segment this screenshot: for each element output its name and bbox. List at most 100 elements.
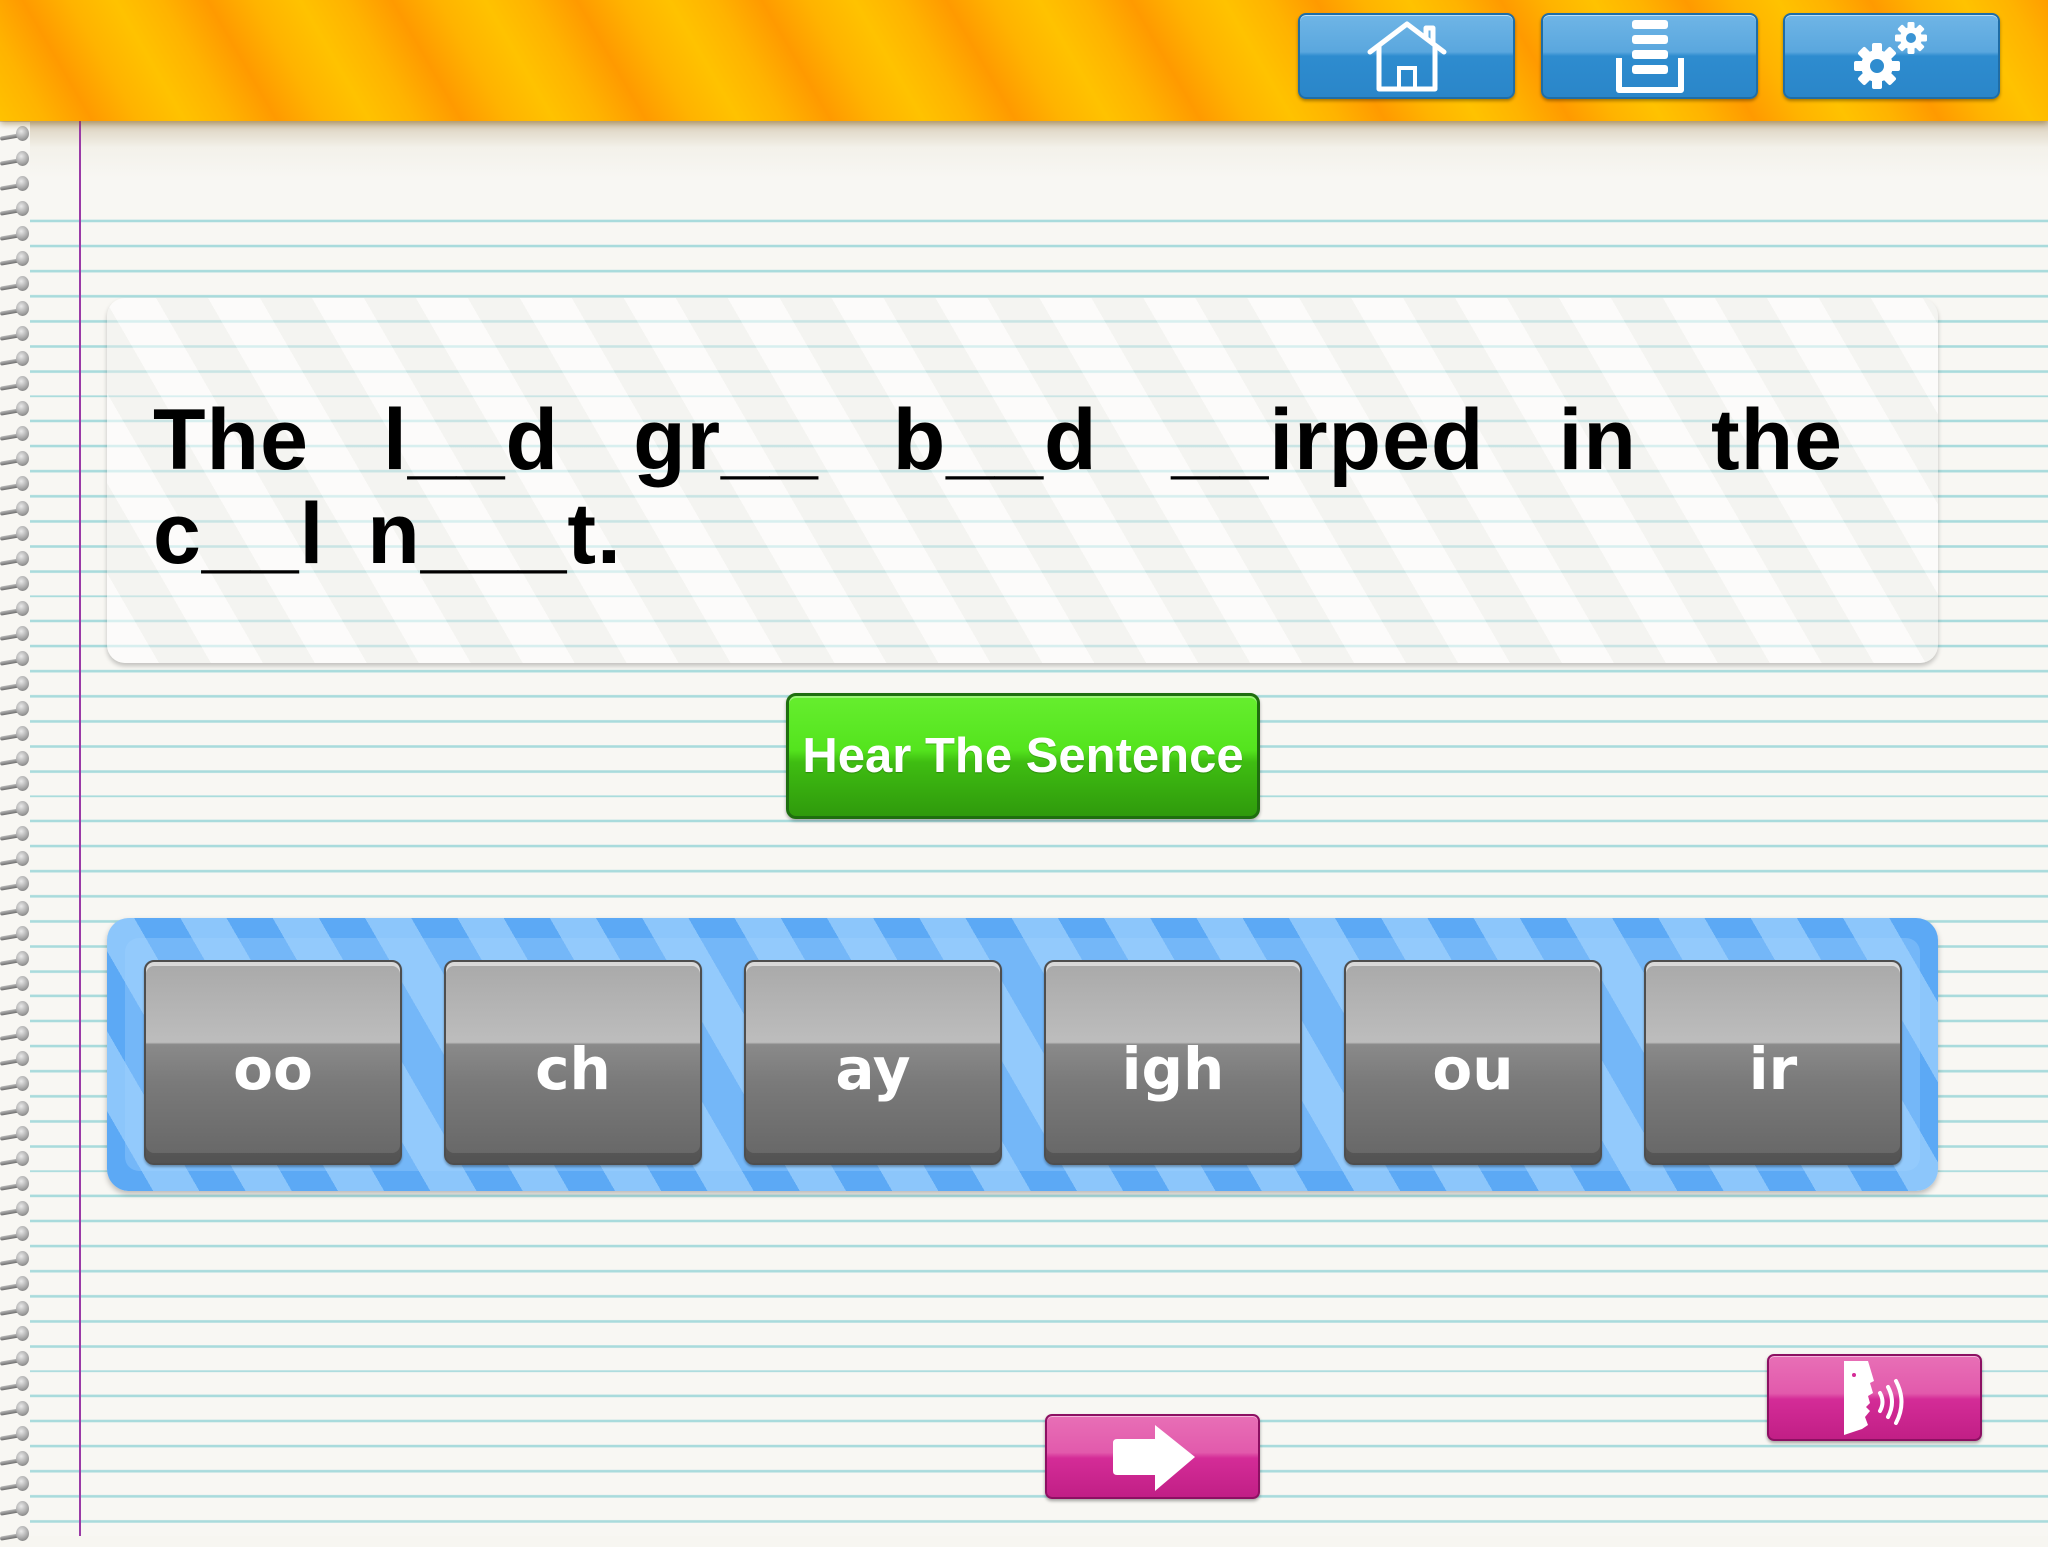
spiral-ring <box>0 122 30 147</box>
ring-hole <box>16 401 29 416</box>
spiral-ring <box>0 1172 30 1197</box>
word-with-blank[interactable]: __irped <box>1172 392 1485 488</box>
spiral-binding <box>0 122 30 1541</box>
ring-hole <box>16 776 29 791</box>
spiral-ring <box>0 1022 30 1047</box>
word: The <box>153 392 309 488</box>
spiral-ring <box>0 1522 30 1547</box>
spiral-ring <box>0 1497 30 1522</box>
spiral-ring <box>0 1472 30 1497</box>
ring-hole <box>16 226 29 241</box>
margin-line <box>79 121 81 1536</box>
tile-label: ir <box>1748 1034 1798 1103</box>
spiral-ring <box>0 1247 30 1272</box>
spiral-ring <box>0 997 30 1022</box>
ring-hole <box>16 1151 29 1166</box>
spiral-ring <box>0 472 30 497</box>
spiral-ring <box>0 497 30 522</box>
spiral-ring <box>0 622 30 647</box>
sentence-card: The l__d gr__ b__d __irped in the c__l n… <box>107 298 1938 663</box>
ring-hole <box>16 1101 29 1116</box>
spiral-ring <box>0 447 30 472</box>
ring-hole <box>16 601 29 616</box>
tile-label: ch <box>535 1034 611 1103</box>
spiral-ring <box>0 1372 30 1397</box>
spiral-ring <box>0 747 30 772</box>
spiral-ring <box>0 722 30 747</box>
spiral-ring <box>0 197 30 222</box>
spiral-ring <box>0 172 30 197</box>
paper-shadow <box>0 121 2048 216</box>
ring-hole <box>16 526 29 541</box>
spiral-ring <box>0 972 30 997</box>
spiral-ring <box>0 422 30 447</box>
ring-hole <box>16 351 29 366</box>
tile-label: ay <box>835 1034 911 1103</box>
word-with-blank[interactable]: c__l <box>153 486 324 582</box>
word-with-blank[interactable]: gr__ <box>633 392 819 488</box>
tile-label: igh <box>1121 1034 1225 1103</box>
ring-hole <box>16 926 29 941</box>
spiral-ring <box>0 1397 30 1422</box>
spiral-ring <box>0 922 30 947</box>
settings-button[interactable] <box>1783 13 2000 99</box>
tile-label: oo <box>233 1034 313 1103</box>
letter-tile-ay[interactable]: ay <box>744 960 1002 1165</box>
spiral-ring <box>0 1422 30 1447</box>
spiral-ring <box>0 347 30 372</box>
gears-icon <box>1853 22 1927 89</box>
spiral-ring <box>0 372 30 397</box>
ring-hole <box>16 951 29 966</box>
ring-hole <box>16 1451 29 1466</box>
hear-sentence-button[interactable]: Hear The Sentence <box>786 693 1260 819</box>
letter-tile-oo[interactable]: oo <box>144 960 402 1165</box>
ring-hole <box>16 301 29 316</box>
spiral-ring <box>0 847 30 872</box>
spiral-ring <box>0 797 30 822</box>
spiral-ring <box>0 272 30 297</box>
ring-hole <box>16 1326 29 1341</box>
spiral-ring <box>0 547 30 572</box>
ring-hole <box>16 1401 29 1416</box>
word-with-blank[interactable]: n___t. <box>367 486 622 582</box>
list-button[interactable] <box>1541 13 1758 99</box>
word-with-blank[interactable]: b__d <box>893 392 1098 488</box>
spiral-ring <box>0 1222 30 1247</box>
speak-button[interactable] <box>1767 1354 1982 1441</box>
ring-hole <box>16 576 29 591</box>
spiral-ring <box>0 1447 30 1472</box>
spiral-ring <box>0 772 30 797</box>
ring-hole <box>16 1251 29 1266</box>
letter-tile-ch[interactable]: ch <box>444 960 702 1165</box>
ring-hole <box>16 176 29 191</box>
ring-hole <box>16 1526 29 1541</box>
letter-tile-ir[interactable]: ir <box>1644 960 1902 1165</box>
spiral-ring <box>0 1122 30 1147</box>
sentence-text: The l__d gr__ b__d __irped in the c__l n… <box>153 393 1843 581</box>
ring-hole <box>16 476 29 491</box>
word-with-blank[interactable]: l__d <box>383 392 559 488</box>
spiral-ring <box>0 247 30 272</box>
ring-hole <box>16 801 29 816</box>
speaking-head-icon <box>1843 1360 1903 1435</box>
spiral-ring <box>0 672 30 697</box>
letter-tile-ou[interactable]: ou <box>1344 960 1602 1165</box>
ring-hole <box>16 126 29 141</box>
word: the <box>1710 392 1843 488</box>
ring-hole <box>16 251 29 266</box>
spiral-ring <box>0 1097 30 1122</box>
next-button[interactable] <box>1045 1414 1260 1499</box>
home-button[interactable] <box>1298 13 1515 99</box>
spiral-ring <box>0 322 30 347</box>
ring-hole <box>16 1226 29 1241</box>
spiral-ring <box>0 297 30 322</box>
letter-tile-igh[interactable]: igh <box>1044 960 1302 1165</box>
spiral-ring <box>0 822 30 847</box>
ring-hole <box>16 1026 29 1041</box>
ring-hole <box>16 501 29 516</box>
ring-hole <box>16 901 29 916</box>
ring-hole <box>16 1276 29 1291</box>
spiral-ring <box>0 697 30 722</box>
ring-hole <box>16 1476 29 1491</box>
spiral-ring <box>0 1347 30 1372</box>
